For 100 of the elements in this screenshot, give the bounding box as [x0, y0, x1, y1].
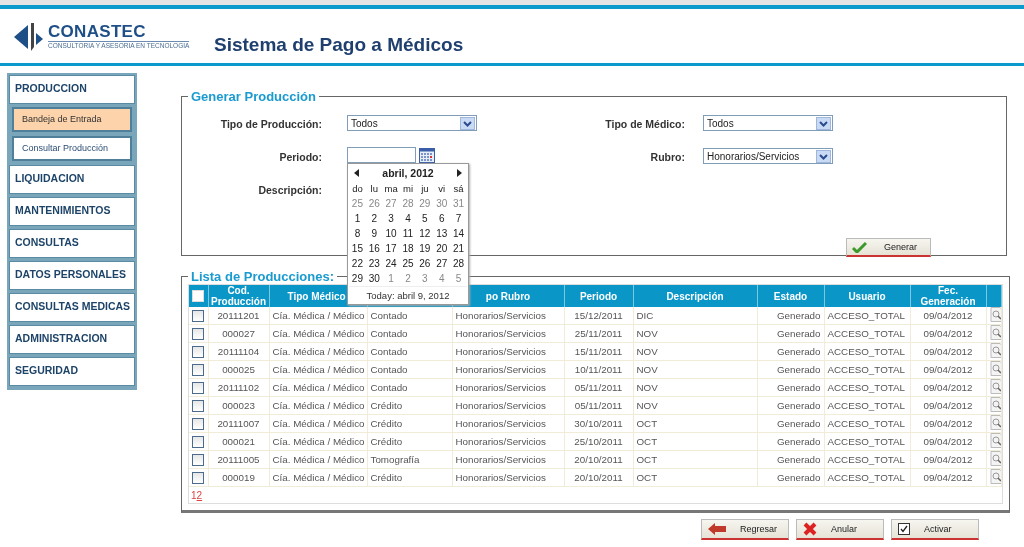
table-cell: Cía. Médica / Médico	[269, 450, 367, 469]
calendar-day[interactable]: 5	[416, 211, 434, 226]
section-title: Lista de Producciones:	[190, 269, 336, 284]
table-cell: Honorarios/Servicios	[452, 378, 564, 397]
table-cell: Generado	[757, 414, 824, 433]
calendar-day[interactable]: 30	[433, 196, 451, 211]
table-cell: 10/11/2011	[564, 360, 633, 379]
table-cell: Generado	[757, 468, 824, 487]
calendar-day[interactable]: 5	[450, 271, 467, 286]
calendar-day[interactable]: 1	[382, 271, 400, 286]
field-label: Periodo:	[278, 150, 323, 165]
calendar-day[interactable]: 13	[433, 226, 451, 241]
menu-item[interactable]: CONSULTAS MEDICAS	[9, 293, 135, 322]
menu-item[interactable]: LIQUIDACION	[9, 165, 135, 194]
table-cell: OCT	[633, 414, 757, 433]
calendar-day[interactable]: 2	[399, 271, 417, 286]
dropdown[interactable]: Honorarios/Servicios	[703, 148, 833, 164]
calendar-day[interactable]: 29	[349, 271, 366, 286]
calendar-day[interactable]: 9	[365, 226, 383, 241]
table-cell: 15/11/2011	[564, 342, 633, 361]
page-link[interactable]: 2	[196, 490, 203, 501]
calendar-day[interactable]: 11	[399, 226, 417, 241]
table-cell: 20111201	[208, 307, 269, 325]
table-cell: ACCESO_TOTAL	[824, 342, 910, 361]
table-cell: NOV	[633, 342, 757, 361]
action-button[interactable]: Activar	[891, 519, 979, 540]
calendar-day[interactable]: 27	[382, 196, 400, 211]
calendar-day[interactable]: 18	[399, 241, 417, 256]
table-cell: ACCESO_TOTAL	[824, 450, 910, 469]
dropdown[interactable]: Todos	[347, 115, 477, 131]
table-cell: 20/10/2011	[564, 450, 633, 469]
calendar-day[interactable]: 3	[416, 271, 434, 286]
calendar-day[interactable]: 6	[433, 211, 451, 226]
menu-item[interactable]: SEGURIDAD	[9, 357, 135, 386]
table-cell: 05/11/2011	[564, 396, 633, 415]
calendar-day[interactable]: 20	[433, 241, 451, 256]
table-cell: Honorarios/Servicios	[452, 414, 564, 433]
menu-item[interactable]: PRODUCCION	[9, 75, 135, 104]
calendar-day[interactable]: 26	[365, 196, 383, 211]
weekday-label: mi	[401, 182, 414, 196]
menu-item[interactable]: MANTENIMIENTOS	[9, 197, 135, 226]
weekday-label: vi	[437, 182, 447, 196]
submenu-item[interactable]: Consultar Producción	[12, 136, 132, 161]
calendar-day[interactable]: 2	[365, 211, 383, 226]
calendar-day[interactable]: 30	[365, 271, 383, 286]
table-cell: Cía. Médica / Médico	[269, 324, 367, 343]
calendar-day[interactable]: 27	[433, 256, 451, 271]
calendar-day[interactable]: 7	[450, 211, 467, 226]
table-cell: ACCESO_TOTAL	[824, 307, 910, 325]
calendar-day[interactable]: 29	[416, 196, 434, 211]
weekday-label: ma	[383, 182, 399, 196]
calendar-day[interactable]: 31	[450, 196, 467, 211]
calendar-day[interactable]: 8	[349, 226, 366, 241]
calendar-day[interactable]: 3	[382, 211, 400, 226]
table-cell: 000025	[208, 360, 269, 379]
table-cell: 20111007	[208, 414, 269, 433]
weekday-label: do	[351, 182, 364, 196]
table-cell: Generado	[757, 324, 824, 343]
menu-item[interactable]: DATOS PERSONALES	[9, 261, 135, 290]
table-cell: ACCESO_TOTAL	[824, 378, 910, 397]
action-button[interactable]: Anular	[796, 519, 884, 540]
table-cell: 20111005	[208, 450, 269, 469]
calendar-day[interactable]: 28	[399, 196, 417, 211]
table-cell: Crédito	[367, 432, 452, 451]
calendar-day[interactable]: 21	[450, 241, 467, 256]
calendar-day[interactable]: 24	[382, 256, 400, 271]
calendar-day[interactable]: 14	[450, 226, 467, 241]
dropdown[interactable]: Todos	[703, 115, 833, 131]
calendar-day[interactable]: 15	[349, 241, 366, 256]
table-cell: ACCESO_TOTAL	[824, 396, 910, 415]
calendar-day[interactable]: 4	[433, 271, 451, 286]
calendar-day[interactable]: 16	[365, 241, 383, 256]
calendar-day[interactable]: 12	[416, 226, 434, 241]
calendar-day[interactable]: 17	[382, 241, 400, 256]
table-cell: Cía. Médica / Médico	[269, 414, 367, 433]
table-cell: 000027	[208, 324, 269, 343]
calendar-day[interactable]: 26	[416, 256, 434, 271]
action-button[interactable]: Regresar	[701, 519, 789, 540]
calendar-day[interactable]: 4	[399, 211, 417, 226]
calendar-day[interactable]: 1	[349, 211, 366, 226]
calendar-day[interactable]: 23	[365, 256, 383, 271]
generate-button[interactable]: Generar	[846, 238, 931, 257]
table-cell: NOV	[633, 396, 757, 415]
menu-item[interactable]: ADMINISTRACION	[9, 325, 135, 354]
calendar-day[interactable]: 22	[349, 256, 366, 271]
table-cell: OCT	[633, 450, 757, 469]
calendar-day[interactable]: 28	[450, 256, 467, 271]
submenu-item[interactable]: Bandeja de Entrada	[12, 107, 132, 132]
table-cell: 09/04/2012	[910, 450, 986, 469]
menu-item[interactable]: CONSULTAS	[9, 229, 135, 258]
table-cell: Honorarios/Servicios	[452, 324, 564, 343]
calendar-day[interactable]: 19	[416, 241, 434, 256]
current-page[interactable]: 1	[191, 490, 197, 501]
calendar-day[interactable]: 25	[349, 196, 366, 211]
calendar-day[interactable]: 25	[399, 256, 417, 271]
calendar-day[interactable]: 10	[382, 226, 400, 241]
table-cell: Honorarios/Servicios	[452, 360, 564, 379]
weekday-label: sá	[452, 182, 465, 196]
table-cell: ACCESO_TOTAL	[824, 468, 910, 487]
table-cell: Honorarios/Servicios	[452, 342, 564, 361]
